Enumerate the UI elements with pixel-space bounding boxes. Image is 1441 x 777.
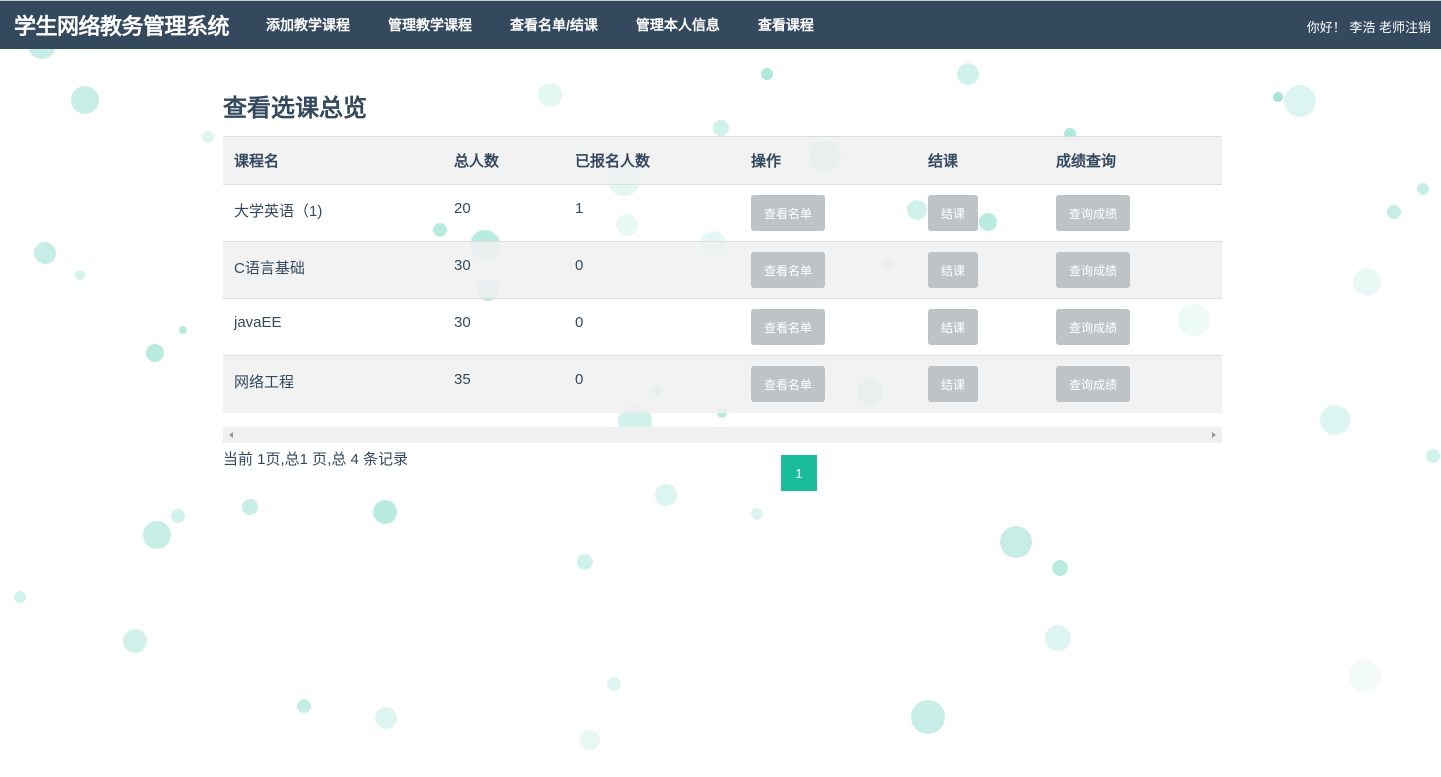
nav-view-course[interactable]: 查看课程 <box>739 15 833 35</box>
bubble <box>1000 526 1032 558</box>
bubble <box>1353 268 1381 296</box>
header-finish: 结课 <box>917 137 1045 185</box>
total-count: 35 <box>443 356 564 413</box>
table-row: 大学英语（1) 20 1 查看名单 结课 查询成绩 <box>223 185 1222 242</box>
total-count: 30 <box>443 242 564 299</box>
table-row: C语言基础 30 0 查看名单 结课 查询成绩 <box>223 242 1222 299</box>
bubble <box>375 707 397 729</box>
bubble <box>911 700 945 734</box>
bubble <box>1426 449 1440 463</box>
pagination-info: 当前 1页,总1 页,总 4 条记录 <box>223 448 1222 469</box>
bubble <box>1387 205 1401 219</box>
header-course-name: 课程名 <box>223 137 443 185</box>
enrolled-count: 1 <box>564 185 740 242</box>
nav-profile[interactable]: 管理本人信息 <box>617 15 739 35</box>
top-navbar: 学生网络教务管理系统 添加教学课程 管理教学课程 查看名单/结课 管理本人信息 … <box>0 0 1441 49</box>
nav-manage-course[interactable]: 管理教学课程 <box>369 15 491 35</box>
bubble <box>761 68 773 80</box>
bubble <box>1052 560 1068 576</box>
finish-course-button[interactable]: 结课 <box>928 252 978 288</box>
brand-title[interactable]: 学生网络教务管理系统 <box>14 9 229 41</box>
bubble <box>179 326 187 334</box>
finish-course-button[interactable]: 结课 <box>928 366 978 402</box>
table-row: javaEE 30 0 查看名单 结课 查询成绩 <box>223 299 1222 356</box>
view-roster-button[interactable]: 查看名单 <box>751 309 825 345</box>
bubble <box>1284 85 1316 117</box>
enrolled-count: 0 <box>564 242 740 299</box>
user-logout-link[interactable]: 你好！ 李浩 老师注销 <box>1307 17 1431 36</box>
table-row: 网络工程 35 0 查看名单 结课 查询成绩 <box>223 356 1222 413</box>
nav-roster-finish[interactable]: 查看名单/结课 <box>491 15 617 35</box>
bubble <box>1417 183 1429 195</box>
course-name: javaEE <box>223 299 443 356</box>
bubble <box>1273 92 1283 102</box>
view-roster-button[interactable]: 查看名单 <box>751 195 825 231</box>
view-roster-button[interactable]: 查看名单 <box>751 252 825 288</box>
nav-add-course[interactable]: 添加教学课程 <box>247 15 369 35</box>
view-roster-button[interactable]: 查看名单 <box>751 366 825 402</box>
bubble <box>14 591 26 603</box>
bubble <box>146 344 164 362</box>
finish-course-button[interactable]: 结课 <box>928 195 978 231</box>
bubble <box>202 131 214 143</box>
finish-course-button[interactable]: 结课 <box>928 309 978 345</box>
bubble <box>607 677 621 691</box>
bubble <box>577 554 593 570</box>
main-content: 查看选课总览 课程名 总人数 已报名人数 操作 结课 成绩查询 大学英语（1) … <box>223 88 1222 469</box>
bubble <box>71 86 99 114</box>
bubble <box>143 521 171 549</box>
horizontal-scrollbar[interactable] <box>223 427 1222 443</box>
bubble <box>1349 660 1381 692</box>
bubble <box>751 508 763 520</box>
enrolled-count: 0 <box>564 356 740 413</box>
header-action: 操作 <box>740 137 917 185</box>
query-grades-button[interactable]: 查询成绩 <box>1056 195 1130 231</box>
bubble <box>297 699 311 713</box>
bubble <box>1045 625 1071 651</box>
query-grades-button[interactable]: 查询成绩 <box>1056 252 1130 288</box>
bubble <box>34 242 56 264</box>
header-enrolled: 已报名人数 <box>564 137 740 185</box>
course-name: C语言基础 <box>223 242 443 299</box>
bubble <box>242 499 258 515</box>
total-count: 30 <box>443 299 564 356</box>
course-name: 大学英语（1) <box>223 185 443 242</box>
bubble <box>655 484 677 506</box>
enrolled-count: 0 <box>564 299 740 356</box>
page-title: 查看选课总览 <box>223 88 1222 123</box>
query-grades-button[interactable]: 查询成绩 <box>1056 366 1130 402</box>
course-table: 课程名 总人数 已报名人数 操作 结课 成绩查询 大学英语（1) 20 1 查看… <box>223 136 1222 413</box>
total-count: 20 <box>443 185 564 242</box>
bubble <box>373 500 397 524</box>
page-1-button[interactable]: 1 <box>781 455 817 491</box>
bubble <box>123 629 147 653</box>
query-grades-button[interactable]: 查询成绩 <box>1056 309 1130 345</box>
course-name: 网络工程 <box>223 356 443 413</box>
bubble <box>1320 405 1350 435</box>
bubble <box>580 730 600 750</box>
header-total: 总人数 <box>443 137 564 185</box>
header-grades: 成绩查询 <box>1045 137 1222 185</box>
bubble <box>75 270 85 280</box>
bubble <box>957 63 979 85</box>
bubble <box>171 509 185 523</box>
